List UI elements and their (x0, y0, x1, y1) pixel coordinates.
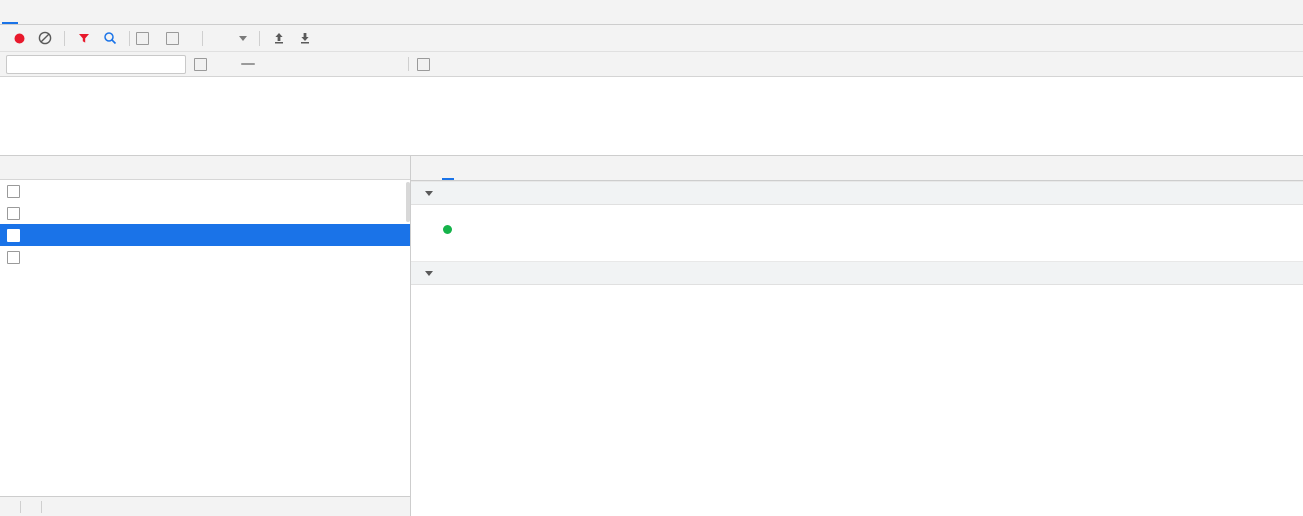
panel-tab-network[interactable] (0, 0, 24, 24)
upload-arrow-icon (275, 33, 283, 44)
request-rows (0, 180, 410, 516)
checkbox-box (194, 57, 207, 71)
tab-headers[interactable] (437, 156, 459, 180)
status-ok-dot-icon (443, 225, 452, 234)
panel-tab-memory[interactable] (52, 0, 80, 24)
network-throttling-select[interactable] (209, 35, 253, 41)
filter-type-manifest[interactable] (369, 63, 383, 65)
filterbar-divider (408, 57, 409, 71)
general-section-header[interactable] (411, 181, 1303, 205)
funnel-filter-icon (79, 34, 89, 43)
table-row[interactable] (0, 180, 410, 202)
header-row-date (411, 317, 1303, 325)
filter-type-doc[interactable] (337, 63, 351, 65)
table-row[interactable] (0, 224, 410, 246)
header-row-referrer-policy (411, 246, 1303, 254)
network-status-bar (0, 496, 410, 516)
toolbar-divider (64, 30, 65, 46)
header-row-last-modified (411, 333, 1303, 341)
header-row-content-type (411, 309, 1303, 317)
details-tabstrip (411, 156, 1303, 181)
header-row-request-method (411, 213, 1303, 221)
row-checkbox[interactable] (7, 250, 20, 264)
clear-circle-slash-icon (38, 31, 52, 45)
tab-preview[interactable] (459, 156, 481, 180)
tab-initiator[interactable] (503, 156, 525, 180)
filter-type-media[interactable] (305, 63, 319, 65)
import-har-button[interactable] (266, 26, 292, 50)
header-row-cache-control (411, 293, 1303, 301)
record-button[interactable] (6, 26, 32, 50)
network-main-split (0, 156, 1303, 516)
chevron-down-icon (239, 35, 247, 41)
search-button[interactable] (97, 26, 123, 50)
resource-type-filters (224, 63, 400, 65)
headers-content (411, 181, 1303, 516)
scrollbar-thumb[interactable] (406, 182, 410, 222)
panel-tab-application[interactable] (80, 0, 108, 24)
tab-cookies[interactable] (547, 156, 569, 180)
filter-type-other[interactable] (385, 63, 399, 65)
panel-tab-performance[interactable] (24, 0, 52, 24)
panel-tab-security[interactable] (108, 0, 136, 24)
tab-timing[interactable] (525, 156, 547, 180)
network-overview-timeline[interactable] (0, 77, 1303, 156)
triangle-down-icon (425, 270, 433, 276)
row-checkbox[interactable] (7, 184, 20, 198)
filter-type-css[interactable] (273, 63, 287, 65)
triangle-down-icon (425, 190, 433, 196)
filter-type-font[interactable] (321, 63, 335, 65)
table-row[interactable] (0, 246, 410, 268)
request-list-pane (0, 156, 411, 516)
status-divider (41, 500, 42, 513)
preserve-log-checkbox[interactable] (136, 31, 154, 45)
filter-type-all[interactable] (225, 63, 239, 65)
clear-button[interactable] (32, 26, 58, 50)
filter-toggle-button[interactable] (71, 26, 97, 50)
panel-tab-audits[interactable] (136, 0, 164, 24)
filter-type-ws[interactable] (353, 63, 367, 65)
header-row-accept-ranges (411, 285, 1303, 293)
export-har-button[interactable] (292, 26, 318, 50)
request-list-header (0, 156, 410, 180)
header-row-status-code (411, 221, 1303, 238)
toolbar-divider (259, 30, 260, 46)
header-row-expires (411, 325, 1303, 333)
network-toolbar (0, 25, 1303, 52)
tab-response[interactable] (481, 156, 503, 180)
checkbox-box (417, 57, 430, 71)
header-row-request-url (411, 205, 1303, 213)
search-magnifier-icon (104, 32, 117, 45)
table-row[interactable] (0, 202, 410, 224)
has-blocked-cookies-checkbox[interactable] (417, 57, 435, 71)
record-circle-icon (14, 33, 24, 43)
row-checkbox[interactable] (7, 206, 20, 220)
filter-type-img[interactable] (289, 63, 303, 65)
devtools-network-panel (0, 0, 1303, 516)
toolbar-divider (202, 30, 203, 46)
download-arrow-icon (301, 33, 309, 44)
filter-input[interactable] (6, 54, 186, 74)
row-checkbox[interactable] (7, 228, 20, 242)
filter-type-js[interactable] (257, 63, 271, 65)
overview-gridlines (0, 77, 1303, 155)
devtools-tabstrip (0, 0, 1303, 25)
checkbox-box (166, 31, 179, 45)
request-details-pane (411, 156, 1303, 516)
hide-data-urls-checkbox[interactable] (194, 57, 212, 71)
request-list-scrollbar[interactable] (406, 156, 410, 516)
header-row-remote-address (411, 238, 1303, 246)
status-divider (20, 500, 21, 513)
close-details-button[interactable] (411, 156, 437, 180)
checkbox-box (136, 31, 149, 45)
filter-type-xhr[interactable] (241, 63, 255, 65)
network-filter-bar (0, 52, 1303, 77)
disable-cache-checkbox[interactable] (166, 31, 184, 45)
toolbar-divider (129, 30, 130, 46)
header-row-content-encoding (411, 301, 1303, 309)
response-headers-section-header[interactable] (411, 261, 1303, 285)
